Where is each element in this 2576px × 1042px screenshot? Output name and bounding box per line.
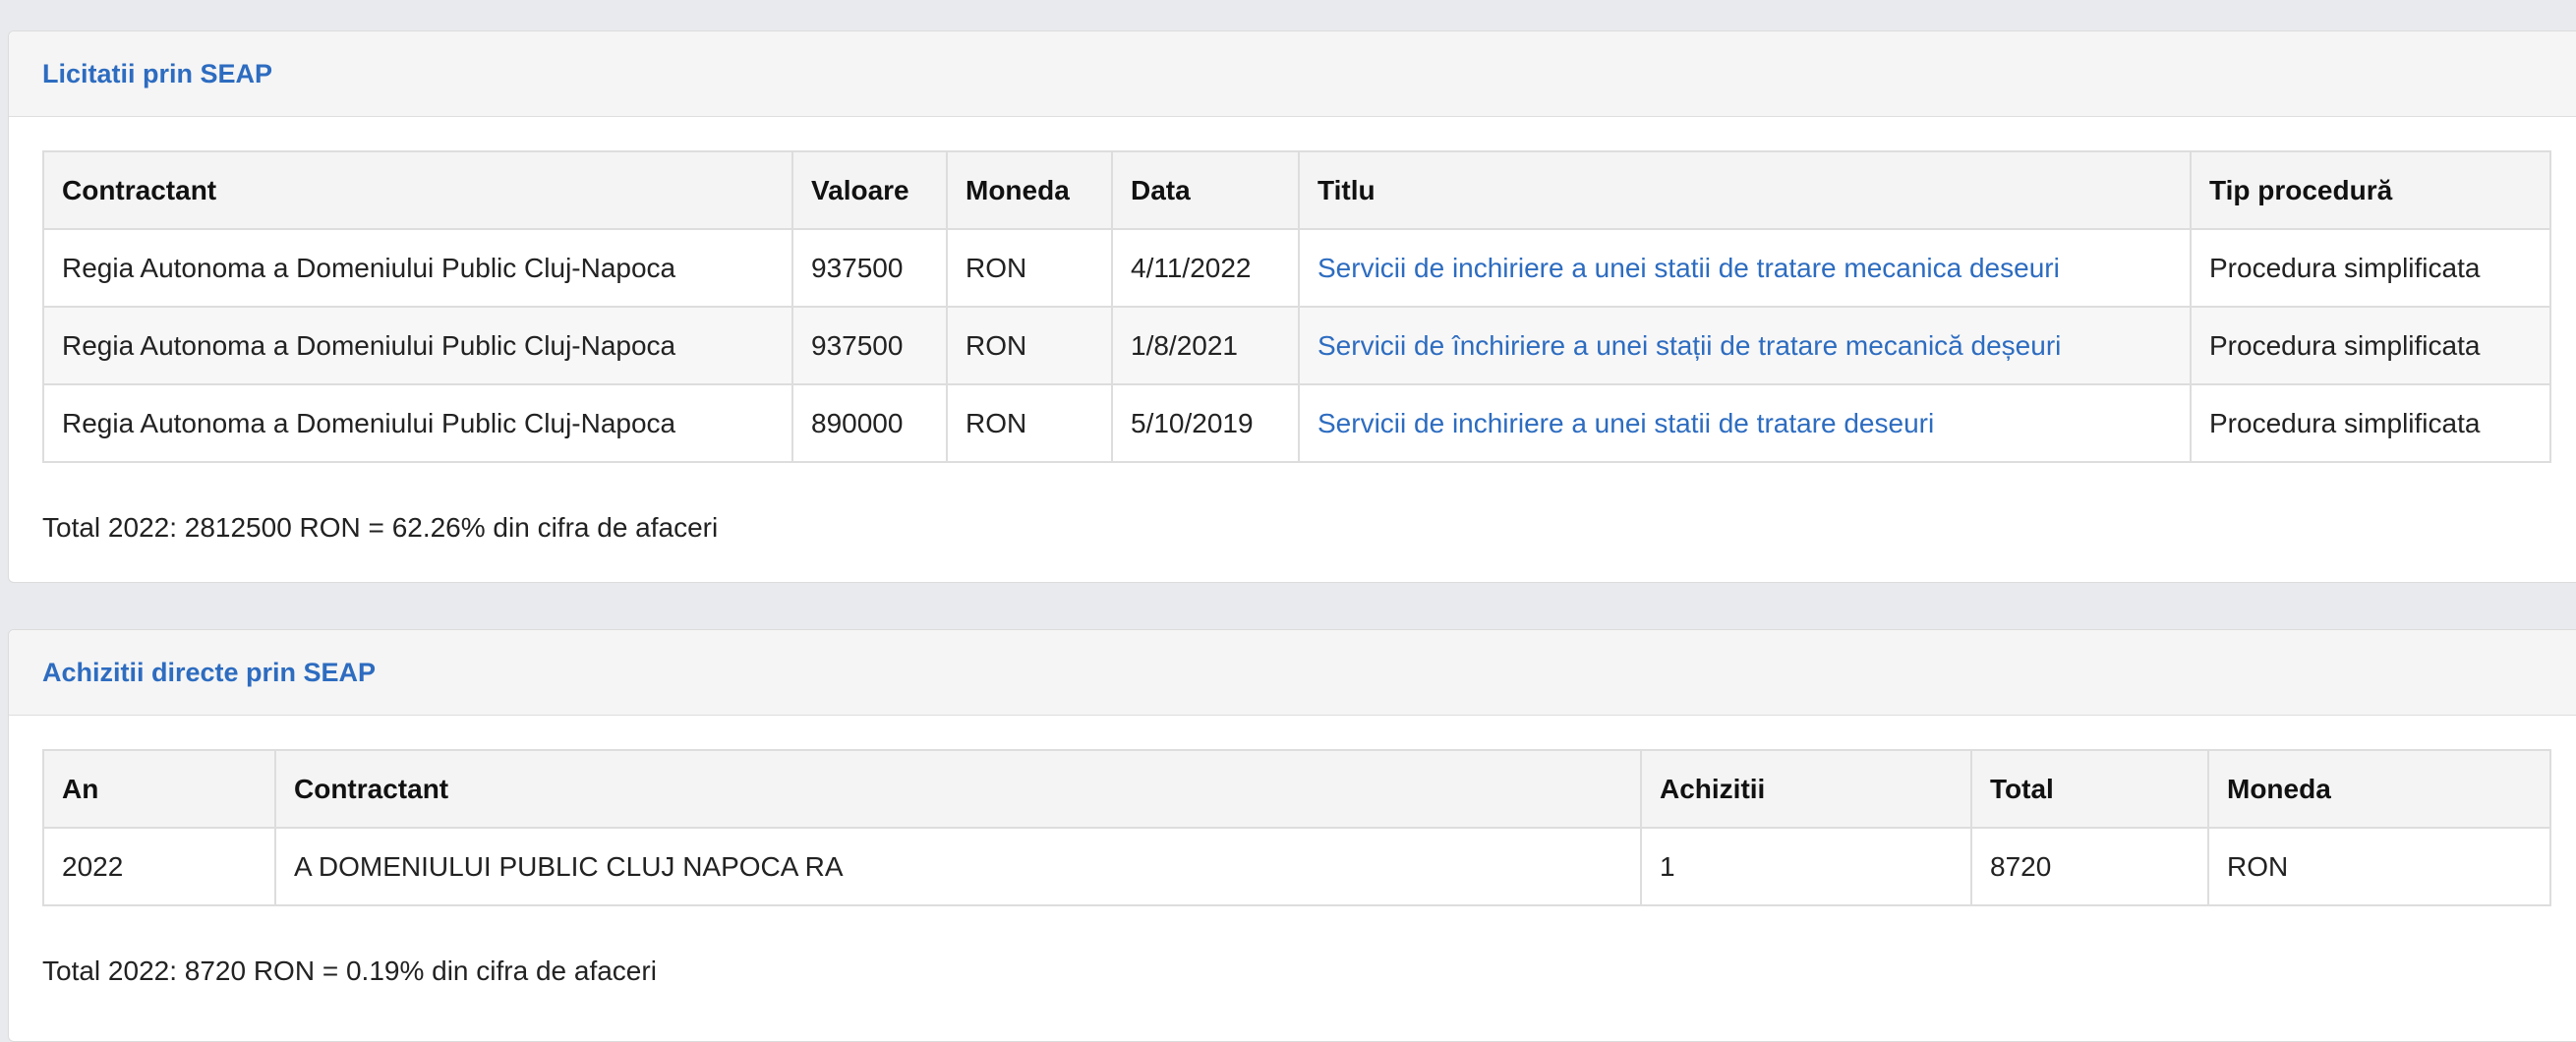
col-header-moneda[interactable]: Moneda (2207, 749, 2551, 829)
cell-moneda: RON (946, 306, 1113, 385)
cell-achizitii: 1 (1640, 827, 1972, 906)
col-header-an[interactable]: An (42, 749, 276, 829)
col-header-moneda[interactable]: Moneda (946, 150, 1113, 230)
col-header-titlu[interactable]: Titlu (1298, 150, 2192, 230)
cell-data: 4/11/2022 (1111, 228, 1300, 308)
table-row: Regia Autonoma a Domeniului Public Cluj-… (42, 228, 2551, 308)
cell-contractant: A DOMENIULUI PUBLIC CLUJ NAPOCA RA (274, 827, 1642, 906)
achizitii-panel: Achizitii directe prin SEAP An Contracta… (8, 629, 2576, 1042)
cell-moneda: RON (2207, 827, 2551, 906)
licitatii-total: Total 2022: 2812500 RON = 62.26% din cif… (42, 512, 719, 543)
cell-an: 2022 (42, 827, 276, 906)
cell-valoare: 890000 (791, 383, 948, 463)
col-header-achizitii[interactable]: Achizitii (1640, 749, 1972, 829)
cell-tip-procedura: Procedura simplificata (2190, 306, 2551, 385)
cell-titlu: Servicii de inchiriere a unei statii de … (1298, 228, 2192, 308)
cell-moneda: RON (946, 228, 1113, 308)
table-row: Regia Autonoma a Domeniului Public Cluj-… (42, 383, 2551, 463)
cell-contractant: Regia Autonoma a Domeniului Public Cluj-… (42, 383, 793, 463)
col-header-contractant[interactable]: Contractant (274, 749, 1642, 829)
col-header-total[interactable]: Total (1970, 749, 2209, 829)
cell-tip-procedura: Procedura simplificata (2190, 228, 2551, 308)
achizitii-panel-title: Achizitii directe prin SEAP (42, 657, 377, 687)
licitatii-panel-title: Licitatii prin SEAP (42, 58, 273, 88)
cell-data: 5/10/2019 (1111, 383, 1300, 463)
col-header-valoare[interactable]: Valoare (791, 150, 948, 230)
table-row: 2022 A DOMENIULUI PUBLIC CLUJ NAPOCA RA … (42, 827, 2551, 906)
cell-contractant: Regia Autonoma a Domeniului Public Cluj-… (42, 228, 793, 308)
titlu-link[interactable]: Servicii de inchiriere a unei statii de … (1317, 253, 2060, 283)
cell-titlu: Servicii de inchiriere a unei statii de … (1298, 383, 2192, 463)
cell-valoare: 937500 (791, 306, 948, 385)
table-row: Regia Autonoma a Domeniului Public Cluj-… (42, 306, 2551, 385)
cell-moneda: RON (946, 383, 1113, 463)
cell-data: 1/8/2021 (1111, 306, 1300, 385)
col-header-tip-procedura[interactable]: Tip procedură (2190, 150, 2551, 230)
titlu-link[interactable]: Servicii de închiriere a unei stații de … (1317, 330, 2061, 361)
licitatii-table: Contractant Valoare Moneda Data Titlu Ti… (42, 150, 2551, 463)
licitatii-panel: Licitatii prin SEAP Contractant Valoare … (8, 30, 2576, 583)
cell-valoare: 937500 (791, 228, 948, 308)
achizitii-panel-header: Achizitii directe prin SEAP (9, 630, 2576, 716)
cell-total: 8720 (1970, 827, 2209, 906)
achizitii-header-row: An Contractant Achizitii Total Moneda (42, 749, 2551, 829)
licitatii-panel-body: Contractant Valoare Moneda Data Titlu Ti… (9, 117, 2576, 544)
licitatii-panel-header: Licitatii prin SEAP (9, 31, 2576, 117)
titlu-link[interactable]: Servicii de inchiriere a unei statii de … (1317, 408, 1934, 438)
cell-titlu: Servicii de închiriere a unei stații de … (1298, 306, 2192, 385)
achizitii-total: Total 2022: 8720 RON = 0.19% din cifra d… (42, 955, 657, 986)
licitatii-header-row: Contractant Valoare Moneda Data Titlu Ti… (42, 150, 2551, 230)
achizitii-panel-body: An Contractant Achizitii Total Moneda 20… (9, 716, 2576, 987)
cell-contractant: Regia Autonoma a Domeniului Public Cluj-… (42, 306, 793, 385)
cell-tip-procedura: Procedura simplificata (2190, 383, 2551, 463)
achizitii-table: An Contractant Achizitii Total Moneda 20… (42, 749, 2551, 906)
col-header-data[interactable]: Data (1111, 150, 1300, 230)
col-header-contractant[interactable]: Contractant (42, 150, 793, 230)
